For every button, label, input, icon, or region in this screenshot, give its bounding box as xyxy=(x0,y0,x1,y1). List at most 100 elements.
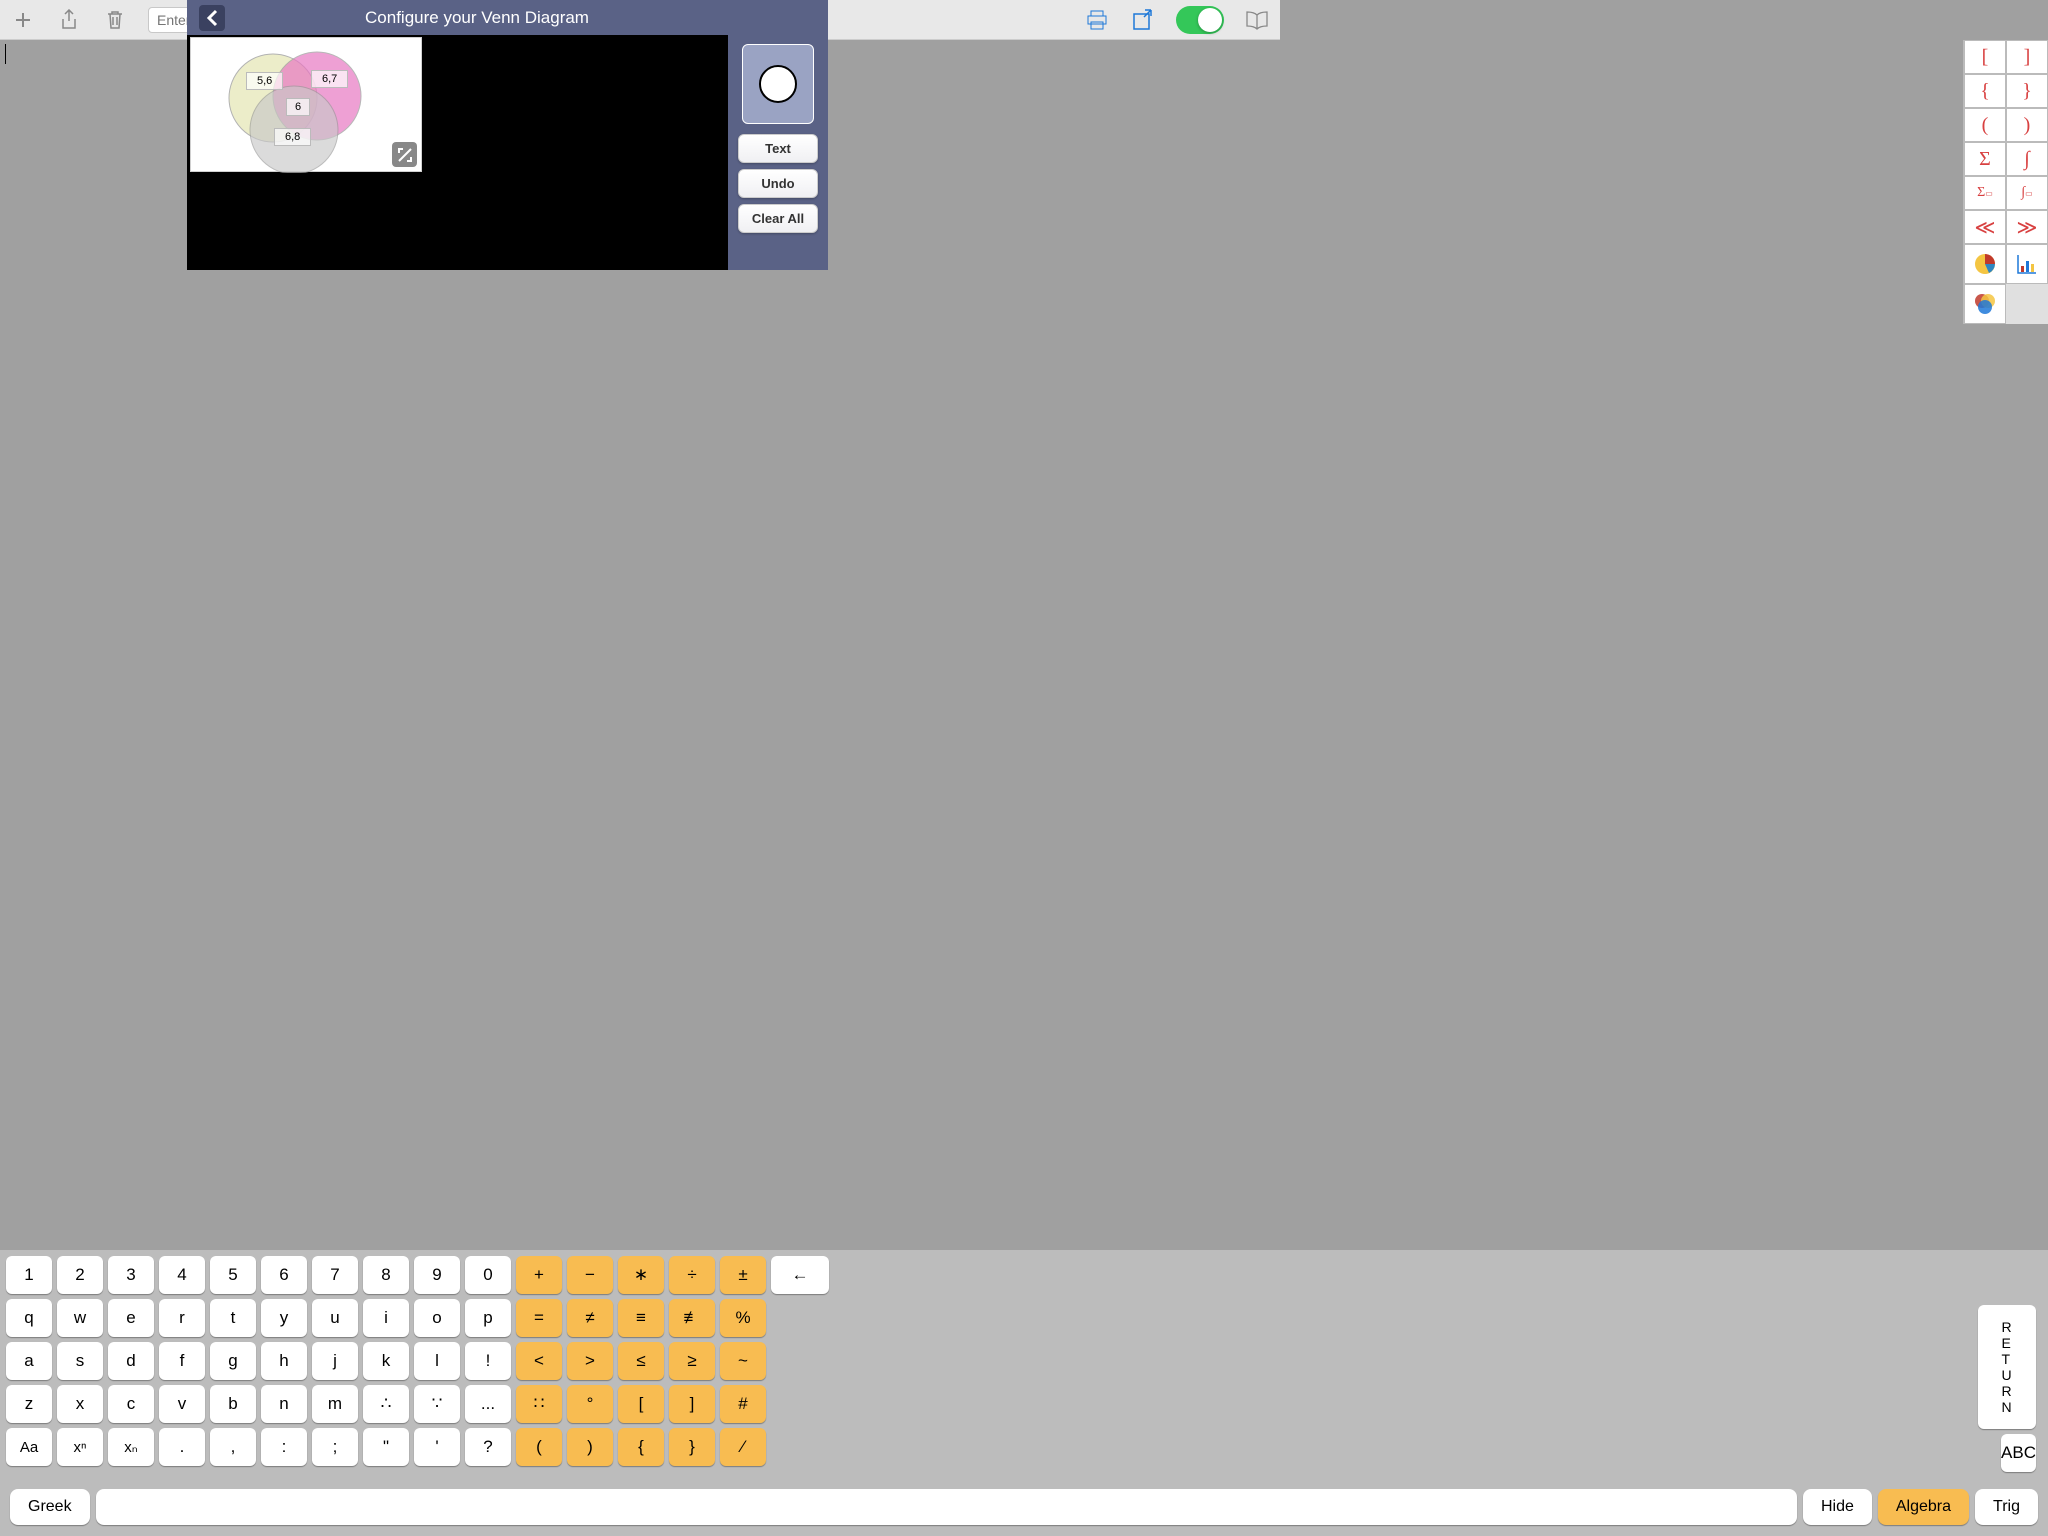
sym-lbracket[interactable]: [ xyxy=(1964,40,2006,74)
key-percent[interactable]: % xyxy=(720,1299,766,1337)
spacebar[interactable] xyxy=(96,1489,1797,1525)
key-because[interactable]: ∵ xyxy=(414,1385,460,1423)
trash-icon[interactable] xyxy=(102,7,128,33)
key-case[interactable]: Aa xyxy=(6,1428,52,1466)
sym-gg[interactable]: ≫ xyxy=(2006,210,2048,244)
key-p[interactable]: p xyxy=(465,1299,511,1337)
key-rparen[interactable]: ) xyxy=(567,1428,613,1466)
key-f[interactable]: f xyxy=(159,1342,205,1380)
venn-color-icon[interactable] xyxy=(1964,284,2006,324)
key-bang[interactable]: ! xyxy=(465,1342,511,1380)
sym-integral-box[interactable]: ∫▭ xyxy=(2006,176,2048,210)
key-therefore[interactable]: ∴ xyxy=(363,1385,409,1423)
sym-ll[interactable]: ≪ xyxy=(1964,210,2006,244)
clear-all-button[interactable]: Clear All xyxy=(738,204,818,233)
key-hash[interactable]: # xyxy=(720,1385,766,1423)
key-2[interactable]: 2 xyxy=(57,1256,103,1294)
venn-canvas[interactable]: 5,6 6,7 6 6,8 xyxy=(190,37,422,172)
key-i[interactable]: i xyxy=(363,1299,409,1337)
key-z[interactable]: z xyxy=(6,1385,52,1423)
key-rbr[interactable]: ] xyxy=(669,1385,715,1423)
key-g[interactable]: g xyxy=(210,1342,256,1380)
venn-label-b[interactable]: 6,7 xyxy=(311,70,348,88)
toggle-switch[interactable] xyxy=(1176,6,1224,34)
sym-integral[interactable]: ∫ xyxy=(2006,142,2048,176)
key-divide[interactable]: ÷ xyxy=(669,1256,715,1294)
key-e[interactable]: e xyxy=(108,1299,154,1337)
key-times[interactable]: ∗ xyxy=(618,1256,664,1294)
key-gt[interactable]: > xyxy=(567,1342,613,1380)
key-lparen[interactable]: ( xyxy=(516,1428,562,1466)
venn-label-center[interactable]: 6 xyxy=(286,98,310,116)
book-icon[interactable] xyxy=(1244,7,1270,33)
key-frac[interactable]: ⁄ xyxy=(720,1428,766,1466)
key-0[interactable]: 0 xyxy=(465,1256,511,1294)
key-d[interactable]: d xyxy=(108,1342,154,1380)
key-v[interactable]: v xyxy=(159,1385,205,1423)
key-w[interactable]: w xyxy=(57,1299,103,1337)
key-m[interactable]: m xyxy=(312,1385,358,1423)
key-tilde[interactable]: ~ xyxy=(720,1342,766,1380)
sym-rparen[interactable]: ) xyxy=(2006,108,2048,142)
key-comma[interactable]: , xyxy=(210,1428,256,1466)
pie-chart-icon[interactable] xyxy=(1964,244,2006,284)
key-lbr[interactable]: [ xyxy=(618,1385,664,1423)
key-9[interactable]: 9 xyxy=(414,1256,460,1294)
key-period[interactable]: . xyxy=(159,1428,205,1466)
sym-lbrace[interactable]: { xyxy=(1964,74,2006,108)
circle-tool[interactable] xyxy=(742,44,814,124)
key-abc[interactable]: ABC xyxy=(2001,1434,2036,1472)
key-dquote[interactable]: " xyxy=(363,1428,409,1466)
sym-rbracket[interactable]: ] xyxy=(2006,40,2048,74)
key-u[interactable]: u xyxy=(312,1299,358,1337)
key-backspace[interactable]: ← xyxy=(771,1256,829,1294)
key-nequiv[interactable]: ≢ xyxy=(669,1299,715,1337)
key-neq[interactable]: ≠ xyxy=(567,1299,613,1337)
key-plusminus[interactable]: ± xyxy=(720,1256,766,1294)
key-4[interactable]: 4 xyxy=(159,1256,205,1294)
key-le[interactable]: ≤ xyxy=(618,1342,664,1380)
key-x[interactable]: x xyxy=(57,1385,103,1423)
key-squote[interactable]: ' xyxy=(414,1428,460,1466)
key-s[interactable]: s xyxy=(57,1342,103,1380)
key-return[interactable]: R E T U R N xyxy=(1978,1305,2036,1429)
key-6[interactable]: 6 xyxy=(261,1256,307,1294)
key-r[interactable]: r xyxy=(159,1299,205,1337)
key-n[interactable]: n xyxy=(261,1385,307,1423)
key-j[interactable]: j xyxy=(312,1342,358,1380)
sym-sigma-box[interactable]: Σ▭ xyxy=(1964,176,2006,210)
key-proportion[interactable]: ∷ xyxy=(516,1385,562,1423)
key-o[interactable]: o xyxy=(414,1299,460,1337)
sym-rbrace[interactable]: } xyxy=(2006,74,2048,108)
key-q[interactable]: q xyxy=(6,1299,52,1337)
key-y[interactable]: y xyxy=(261,1299,307,1337)
algebra-button[interactable]: Algebra xyxy=(1878,1489,1969,1525)
key-semi[interactable]: ; xyxy=(312,1428,358,1466)
key-1[interactable]: 1 xyxy=(6,1256,52,1294)
sym-sigma[interactable]: Σ xyxy=(1964,142,2006,176)
undo-button[interactable]: Undo xyxy=(738,169,818,198)
bar-chart-icon[interactable] xyxy=(2006,244,2048,284)
key-plus[interactable]: + xyxy=(516,1256,562,1294)
print-icon[interactable] xyxy=(1084,7,1110,33)
trig-button[interactable]: Trig xyxy=(1975,1489,2038,1525)
key-h[interactable]: h xyxy=(261,1342,307,1380)
key-7[interactable]: 7 xyxy=(312,1256,358,1294)
key-question[interactable]: ? xyxy=(465,1428,511,1466)
key-ge[interactable]: ≥ xyxy=(669,1342,715,1380)
add-icon[interactable] xyxy=(10,7,36,33)
key-degree[interactable]: ° xyxy=(567,1385,613,1423)
key-minus[interactable]: − xyxy=(567,1256,613,1294)
key-c[interactable]: c xyxy=(108,1385,154,1423)
share-icon[interactable] xyxy=(56,7,82,33)
key-equiv[interactable]: ≡ xyxy=(618,1299,664,1337)
key-ellipsis[interactable]: ... xyxy=(465,1385,511,1423)
key-rbrace[interactable]: } xyxy=(669,1428,715,1466)
greek-button[interactable]: Greek xyxy=(10,1489,90,1525)
key-3[interactable]: 3 xyxy=(108,1256,154,1294)
key-8[interactable]: 8 xyxy=(363,1256,409,1294)
key-k[interactable]: k xyxy=(363,1342,409,1380)
venn-label-a[interactable]: 5,6 xyxy=(246,72,283,90)
key-t[interactable]: t xyxy=(210,1299,256,1337)
key-colon[interactable]: : xyxy=(261,1428,307,1466)
